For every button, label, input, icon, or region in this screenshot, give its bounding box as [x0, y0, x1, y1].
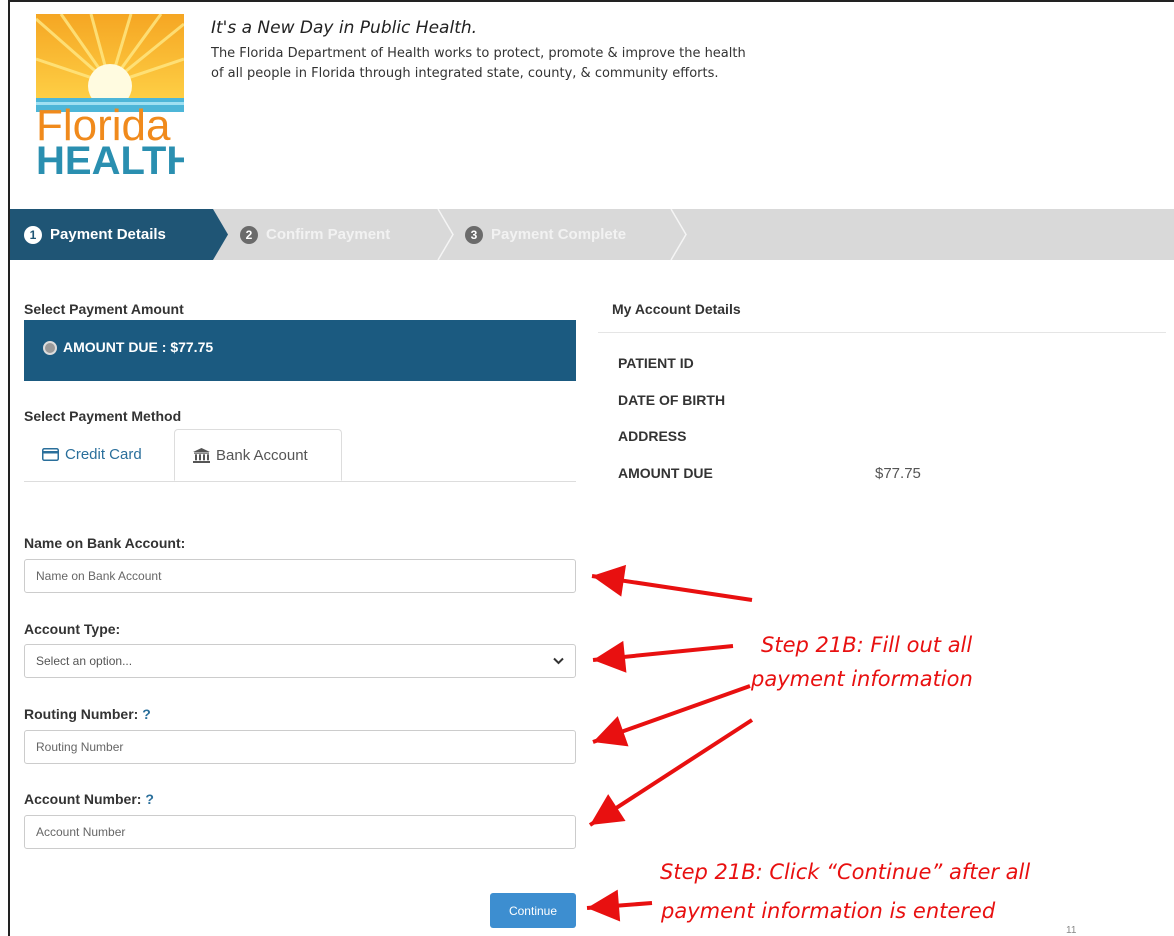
annotation-arrows	[586, 564, 754, 922]
annotation-continue-line1: Step 21B: Click “Continue” after all	[660, 860, 1031, 884]
corner-mark: 11	[1066, 925, 1077, 936]
annotation-continue-line2: payment information is entered	[661, 899, 996, 923]
annotation-fill-line2: payment information	[751, 667, 973, 691]
arrow-name	[591, 564, 753, 602]
arrow-account-type	[592, 640, 734, 673]
arrow-routing	[592, 684, 751, 747]
annotation-fill-line1: Step 21B: Fill out all	[761, 633, 973, 657]
arrow-continue	[586, 889, 653, 922]
